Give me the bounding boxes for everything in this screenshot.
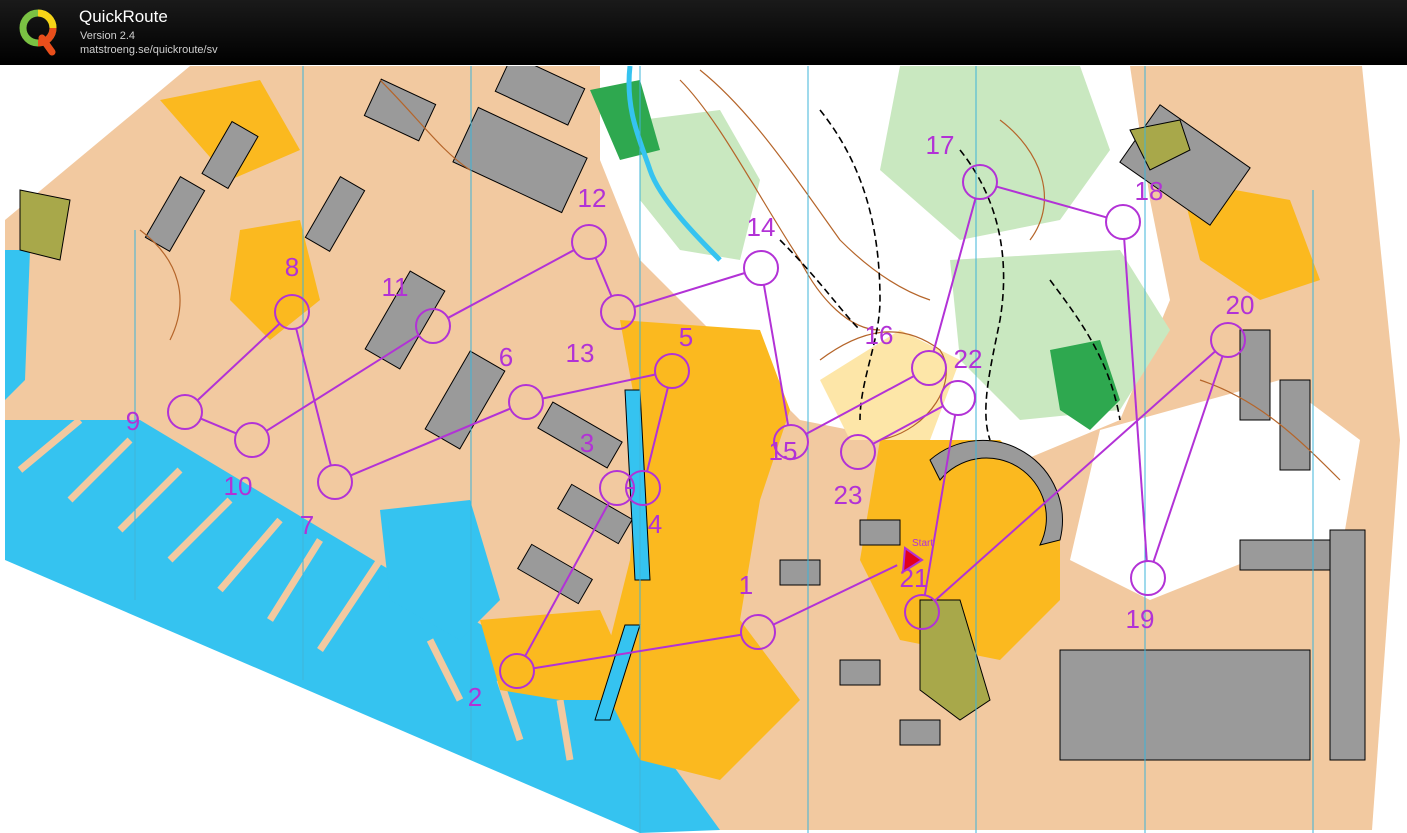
control-number: 10 xyxy=(224,471,253,501)
control-number: 16 xyxy=(865,320,894,350)
control-number: 1 xyxy=(739,570,753,600)
control-number: 15 xyxy=(769,436,798,466)
control-number: 23 xyxy=(834,480,863,510)
orienteering-map[interactable]: 1234567891011121314151617181920212223 St… xyxy=(0,66,1407,833)
quickroute-logo-icon xyxy=(19,9,57,56)
control-number: 20 xyxy=(1226,290,1255,320)
control-number: 8 xyxy=(285,252,299,282)
app-version: Version 2.4 xyxy=(80,30,136,42)
control-number: 11 xyxy=(382,272,409,302)
control-number: 12 xyxy=(578,183,607,213)
control-number: 18 xyxy=(1135,176,1164,206)
control-number: 17 xyxy=(926,130,955,160)
control-number: 9 xyxy=(126,406,140,436)
control-number: 14 xyxy=(747,212,776,242)
control-number: 13 xyxy=(566,338,595,368)
control-number: 3 xyxy=(580,428,594,458)
app-url[interactable]: matstroeng.se/quickroute/sv xyxy=(80,44,218,56)
control-number: 4 xyxy=(648,509,662,539)
start-label: Start xyxy=(912,538,933,549)
control-number: 5 xyxy=(679,322,693,352)
control-number: 7 xyxy=(300,510,314,540)
control-number: 22 xyxy=(954,344,983,374)
app-header: QuickRoute Version 2.4 matstroeng.se/qui… xyxy=(0,0,1407,65)
app-title: QuickRoute xyxy=(79,7,168,26)
control-number: 6 xyxy=(499,342,513,372)
control-number: 19 xyxy=(1126,604,1155,634)
control-number: 2 xyxy=(468,682,482,712)
